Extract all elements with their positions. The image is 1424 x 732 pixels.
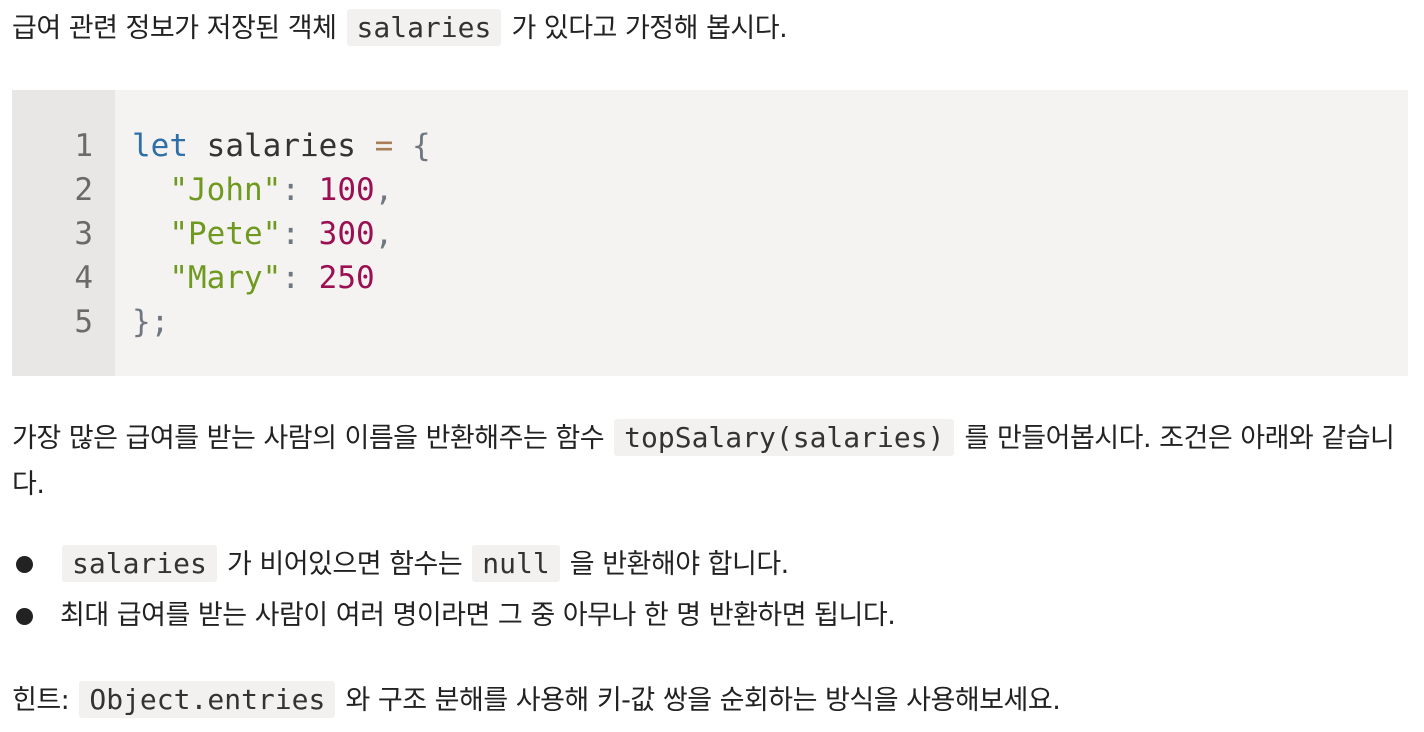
code-token: : [281, 216, 300, 252]
condition-text: 가 비어있으면 함수는 [218, 549, 471, 580]
intro-text: 급여 관련 정보가 저장된 객체 [12, 13, 345, 44]
list-item: salaries 가 비어있으면 함수는 null 을 반환해야 합니다. [12, 540, 895, 592]
code-token: 250 [318, 260, 375, 296]
inline-code-object-entries: Object.entries [79, 681, 336, 718]
code-token: { [411, 128, 431, 164]
code-lines: let salaries = { "John": 100, "Pete": 30… [132, 124, 431, 344]
code-token: : [281, 172, 300, 208]
bullet-icon [16, 556, 33, 573]
inline-code-null: null [472, 545, 560, 582]
inline-code-salaries: salaries [346, 9, 502, 46]
condition-text-end: 을 반환해야 합니다. [561, 549, 789, 580]
code-token: : [281, 260, 300, 296]
list-item: 최대 급여를 받는 사람이 여러 명이라면 그 중 아무나 한 명 반환하면 됩… [12, 592, 896, 644]
line-number: 3 [74, 216, 93, 252]
code-token: let [132, 128, 188, 164]
inline-code-topsalary: topSalary(salaries) [614, 419, 955, 456]
code-line: "John": 100, [132, 168, 431, 212]
line-number: 5 [74, 304, 93, 340]
code-token: = [374, 128, 394, 164]
intro-text-end: 가 있다고 가정해 봅시다. [503, 13, 788, 44]
conditions-list: salaries 가 비어있으면 함수는 null 을 반환해야 합니다. 최대… [12, 540, 896, 644]
task-text: 가장 많은 급여를 받는 사람의 이름을 반환해주는 함수 [12, 423, 613, 454]
code-token: "Pete" [169, 216, 282, 252]
line-number-gutter: 1 2 3 4 5 [12, 90, 115, 376]
line-number: 4 [74, 260, 93, 296]
code-line: let salaries = { [132, 124, 431, 168]
code-token: ; [150, 304, 170, 340]
code-line: }; [132, 300, 431, 344]
code-token: , [374, 216, 394, 252]
code-token: , [374, 172, 394, 208]
code-line: "Mary": 250 [132, 256, 431, 300]
code-line: "Pete": 300, [132, 212, 431, 256]
bullet-icon [16, 608, 33, 625]
code-token: } [132, 304, 151, 340]
code-token: "John" [169, 172, 282, 208]
line-number: 2 [74, 172, 93, 208]
code-block: 1 2 3 4 5 let salaries = { "John": 100, … [12, 90, 1408, 376]
hint-text: 와 구조 분해를 사용해 키-값 쌍을 순회하는 방식을 사용해보세요. [337, 685, 1061, 716]
hint-label: 힌트: [12, 685, 78, 716]
line-number: 1 [74, 128, 93, 164]
hint-paragraph: 힌트: Object.entries 와 구조 분해를 사용해 키-값 쌍을 순… [12, 677, 1061, 724]
task-paragraph: 가장 많은 급여를 받는 사람의 이름을 반환해주는 함수 topSalary(… [12, 415, 1408, 508]
code-token: "Mary" [169, 260, 282, 296]
code-token: 100 [318, 172, 375, 208]
code-token: 300 [318, 216, 375, 252]
condition-text: 최대 급여를 받는 사람이 여러 명이라면 그 중 아무나 한 명 반환하면 됩… [60, 600, 896, 631]
inline-code-salaries: salaries [62, 545, 217, 582]
intro-paragraph: 급여 관련 정보가 저장된 객체 salaries 가 있다고 가정해 봅시다. [12, 5, 788, 52]
code-token: salaries [188, 128, 375, 164]
